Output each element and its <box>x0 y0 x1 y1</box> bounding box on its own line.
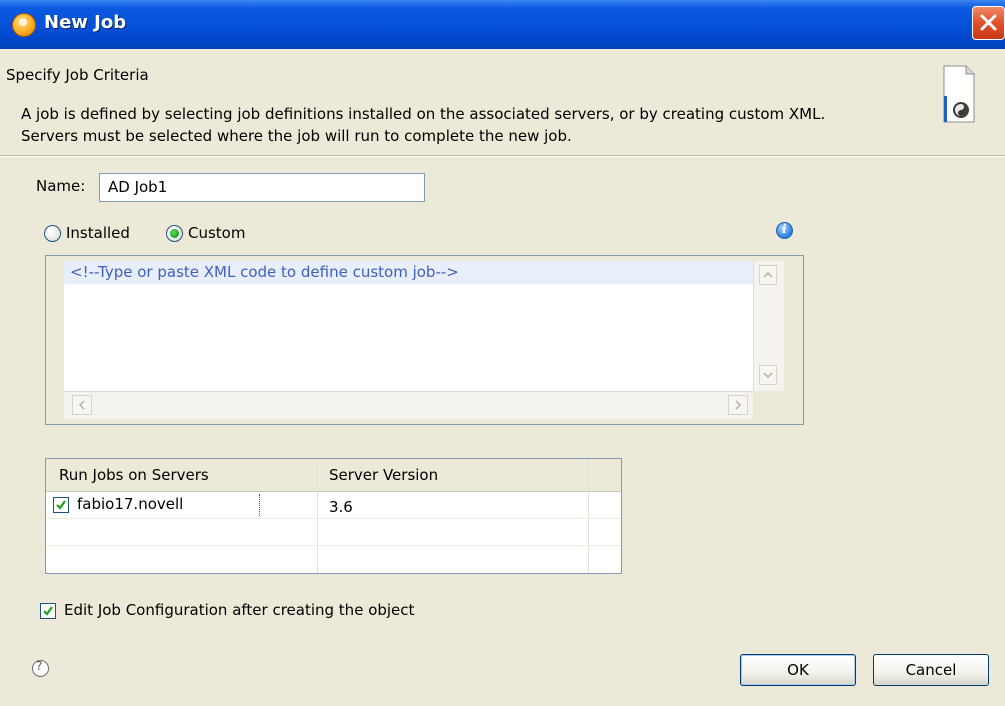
edit-config-checkbox[interactable] <box>40 603 56 619</box>
column-header-server[interactable]: Run Jobs on Servers <box>59 466 209 484</box>
new-job-dialog: New Job Specify Job Criteria A job is de… <box>0 0 1005 706</box>
checkmark-icon <box>43 606 53 616</box>
checkmark-icon <box>56 500 66 510</box>
app-orb-icon <box>12 13 36 37</box>
name-input[interactable]: AD Job1 <box>99 173 425 202</box>
scroll-down-button[interactable] <box>759 365 777 385</box>
chevron-right-icon <box>735 400 742 410</box>
wizard-header: Specify Job Criteria A job is defined by… <box>0 49 1005 155</box>
server-version: 3.6 <box>329 498 353 516</box>
window-title: New Job <box>44 12 127 33</box>
scroll-up-button[interactable] <box>759 265 777 285</box>
ok-button[interactable]: OK <box>740 654 856 686</box>
table-row[interactable]: fabio17.novell 3.6 <box>46 492 621 519</box>
custom-radio-label[interactable]: Custom <box>188 224 245 242</box>
description-line: Servers must be selected where the job w… <box>21 127 572 145</box>
wizard-banner-icon <box>943 65 975 123</box>
installed-radio-label[interactable]: Installed <box>66 224 130 242</box>
header-title: Specify Job Criteria <box>6 66 149 84</box>
description-line: A job is defined by selecting job defini… <box>21 105 826 123</box>
xml-text-area[interactable]: <!--Type or paste XML code to define cus… <box>64 261 753 391</box>
vertical-scrollbar[interactable] <box>753 261 784 391</box>
scroll-right-button[interactable] <box>728 395 748 415</box>
column-header-version[interactable]: Server Version <box>329 466 438 484</box>
title-bar[interactable]: New Job <box>0 0 1005 49</box>
servers-table: Run Jobs on Servers Server Version fabio… <box>45 458 622 574</box>
focus-indicator <box>128 494 260 516</box>
table-row[interactable] <box>46 545 621 571</box>
info-icon[interactable] <box>776 222 793 239</box>
table-row[interactable] <box>46 519 621 546</box>
help-icon[interactable] <box>32 659 49 677</box>
header-divider-highlight <box>0 156 1005 157</box>
table-header: Run Jobs on Servers Server Version <box>46 459 621 492</box>
chevron-up-icon <box>763 271 773 278</box>
custom-radio[interactable] <box>166 225 183 242</box>
horizontal-scrollbar[interactable] <box>64 391 753 419</box>
header-description: A job is defined by selecting job defini… <box>21 103 921 147</box>
edit-config-label[interactable]: Edit Job Configuration after creating th… <box>64 601 414 619</box>
server-checkbox[interactable] <box>53 497 69 513</box>
close-icon <box>980 14 997 31</box>
xml-comment-text: <!--Type or paste XML code to define cus… <box>70 263 459 281</box>
close-button[interactable] <box>972 6 1005 40</box>
cancel-button[interactable]: Cancel <box>873 654 989 686</box>
xml-current-line: <!--Type or paste XML code to define cus… <box>64 261 753 284</box>
chevron-left-icon <box>78 400 85 410</box>
scroll-left-button[interactable] <box>72 395 92 415</box>
chevron-down-icon <box>763 372 773 379</box>
name-label: Name: <box>36 177 86 195</box>
installed-radio[interactable] <box>44 225 61 242</box>
xml-editor: <!--Type or paste XML code to define cus… <box>45 255 804 425</box>
